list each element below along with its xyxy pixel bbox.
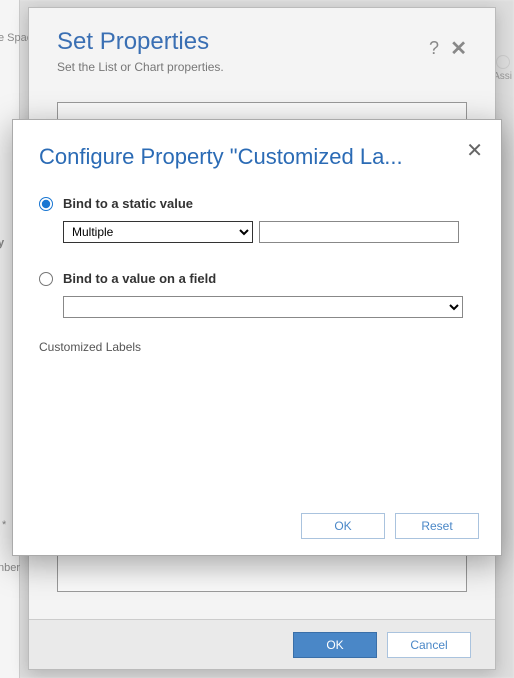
cancel-button[interactable]: Cancel	[387, 632, 471, 658]
inner-dialog-title: Configure Property "Customized La...	[39, 144, 459, 170]
inner-dialog-header: Configure Property "Customized La... ✕	[13, 120, 501, 186]
bind-field-option[interactable]: Bind to a value on a field	[39, 271, 475, 286]
close-icon[interactable]: ✕	[450, 36, 467, 61]
reset-button[interactable]: Reset	[395, 513, 479, 539]
bind-field-label: Bind to a value on a field	[63, 271, 216, 286]
close-icon[interactable]: ✕	[466, 138, 483, 163]
lightbulb-icon	[496, 55, 510, 69]
help-icon[interactable]: ?	[429, 38, 439, 59]
dialog-header: Set Properties Set the List or Chart pro…	[29, 8, 495, 88]
dialog-title: Set Properties	[57, 28, 467, 56]
ok-button[interactable]: OK	[293, 632, 377, 658]
static-type-select[interactable]: Multiple	[63, 221, 253, 243]
static-value-row: Multiple	[63, 221, 475, 243]
dialog-footer: OK Cancel	[29, 619, 495, 669]
inner-dialog-body: Bind to a static value Multiple Bind to …	[13, 186, 501, 354]
static-value-input[interactable]	[259, 221, 459, 243]
configure-property-dialog: Configure Property "Customized La... ✕ B…	[12, 119, 502, 556]
bind-static-option[interactable]: Bind to a static value	[39, 196, 475, 211]
bg-label: y	[0, 237, 4, 249]
ok-button[interactable]: OK	[301, 513, 385, 539]
field-select[interactable]	[63, 296, 463, 318]
bind-static-radio[interactable]	[39, 197, 53, 211]
bg-label: nber	[0, 562, 20, 574]
bind-field-radio[interactable]	[39, 272, 53, 286]
bg-label: *	[2, 519, 6, 531]
property-name-label: Customized Labels	[39, 340, 475, 354]
inner-dialog-footer: OK Reset	[301, 513, 479, 539]
dialog-subtitle: Set the List or Chart properties.	[57, 60, 467, 74]
bind-static-label: Bind to a static value	[63, 196, 193, 211]
